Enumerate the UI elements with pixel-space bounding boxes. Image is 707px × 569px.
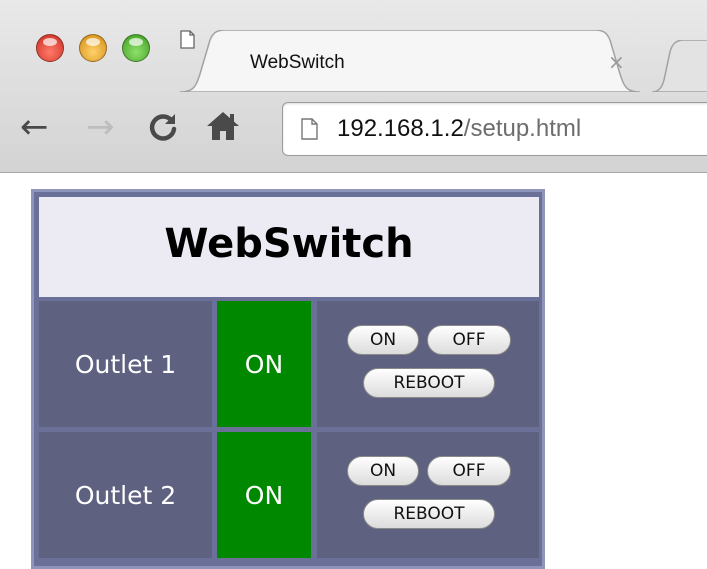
minimize-window-icon[interactable]	[79, 34, 107, 62]
outlet-name-cell: Outlet 1	[39, 301, 212, 427]
tab-strip: WebSwitch ×	[0, 0, 707, 92]
on-button[interactable]: ON	[347, 456, 419, 486]
new-tab-button[interactable]	[652, 40, 707, 92]
url-host: 192.168.1.2	[337, 115, 464, 142]
address-bar[interactable]: 192.168.1.2/setup.html	[282, 102, 707, 156]
on-button[interactable]: ON	[347, 325, 419, 355]
outlet-status-cell: ON	[217, 432, 311, 558]
page-info-icon[interactable]	[301, 118, 318, 140]
reload-icon[interactable]	[148, 112, 178, 142]
home-icon[interactable]	[206, 110, 240, 142]
off-button[interactable]: OFF	[427, 456, 511, 486]
outlet-status-cell: ON	[217, 301, 311, 427]
url-path: /setup.html	[463, 115, 582, 142]
panel-header: WebSwitch	[39, 197, 539, 297]
tab-shape	[180, 30, 640, 92]
reboot-button[interactable]: REBOOT	[363, 368, 495, 398]
off-button[interactable]: OFF	[427, 325, 511, 355]
document-icon	[180, 30, 195, 49]
tab-close-icon[interactable]: ×	[608, 50, 625, 74]
url-text: 192.168.1.2/setup.html	[337, 115, 581, 143]
browser-chrome: WebSwitch × ← → 192.168.1.2/setup.html	[0, 0, 707, 173]
webswitch-panel: WebSwitch Outlet 1 ON ON OFF REBOOT Outl…	[31, 189, 545, 569]
navigation-toolbar: ← → 192.168.1.2/setup.html	[0, 92, 707, 172]
outlet-controls-cell: ON OFF REBOOT	[317, 301, 539, 427]
tab-webswitch[interactable]: WebSwitch ×	[180, 30, 640, 92]
forward-arrow-icon[interactable]: →	[86, 110, 115, 144]
close-window-icon[interactable]	[36, 34, 64, 62]
outlet-controls-cell: ON OFF REBOOT	[317, 432, 539, 558]
back-arrow-icon[interactable]: ←	[20, 110, 49, 144]
outlet-name-cell: Outlet 2	[39, 432, 212, 558]
page-title: WebSwitch	[164, 221, 414, 267]
zoom-window-icon[interactable]	[122, 34, 150, 62]
reboot-button[interactable]: REBOOT	[363, 499, 495, 529]
tab-title: WebSwitch	[250, 52, 345, 73]
